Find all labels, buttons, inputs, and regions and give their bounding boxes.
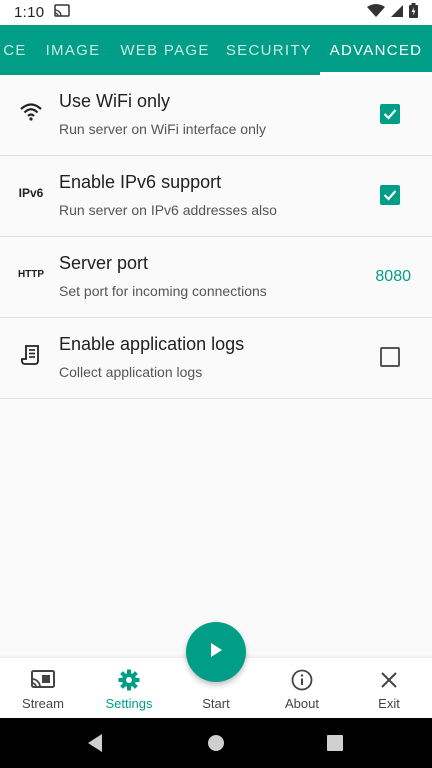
recents-icon[interactable]	[327, 735, 343, 756]
setting-app-logs[interactable]: Enable application logs Collect applicat…	[0, 318, 432, 399]
setting-subtitle: Run server on WiFi interface only	[59, 121, 266, 137]
wifi-icon	[16, 97, 46, 127]
tab-security[interactable]: SECURITY	[218, 25, 320, 75]
server-port-value[interactable]: 8080	[375, 268, 411, 286]
status-bar: 1:10	[0, 0, 432, 25]
setting-title: Enable application logs	[59, 334, 245, 354]
setting-subtitle: Collect application logs	[59, 364, 203, 380]
ipv6-checkbox[interactable]	[380, 185, 400, 205]
nav-label: Stream	[22, 696, 64, 711]
setting-wifi-only[interactable]: Use WiFi only Run server on WiFi interfa…	[0, 75, 432, 156]
http-icon: HTTP	[17, 268, 45, 280]
setting-subtitle: Set port for incoming connections	[59, 283, 267, 299]
start-fab-button[interactable]	[186, 622, 246, 682]
nav-label: About	[285, 696, 319, 711]
nav-exit[interactable]: Exit	[346, 658, 432, 718]
home-icon[interactable]	[207, 734, 225, 757]
back-icon[interactable]	[86, 733, 104, 758]
close-icon	[380, 668, 398, 692]
nav-about[interactable]: About	[259, 658, 345, 718]
tab-image[interactable]: IMAGE	[33, 25, 113, 75]
signal-icon	[390, 4, 404, 22]
nav-settings[interactable]: Settings	[86, 658, 172, 718]
cast-icon	[54, 3, 71, 22]
tab-ce[interactable]: CE	[0, 25, 30, 75]
log-icon	[16, 340, 46, 370]
system-navigation-bar	[0, 718, 432, 768]
nav-label: Exit	[378, 696, 400, 711]
setting-server-port[interactable]: HTTP Server port Set port for incoming c…	[0, 237, 432, 318]
nav-stream[interactable]: Stream	[0, 658, 86, 718]
ipv6-icon: IPv6	[18, 186, 44, 200]
wifi-only-checkbox[interactable]	[380, 104, 400, 124]
status-icons	[367, 3, 418, 22]
setting-title: Server port	[59, 253, 149, 273]
play-icon	[208, 641, 224, 664]
wifi-icon	[367, 3, 385, 22]
tab-advanced[interactable]: ADVANCED	[320, 25, 432, 75]
nav-label: Settings	[105, 696, 153, 711]
info-icon	[291, 668, 313, 692]
battery-icon	[409, 3, 418, 22]
nav-label: Start	[202, 696, 230, 711]
setting-ipv6[interactable]: IPv6 Enable IPv6 support Run server on I…	[0, 156, 432, 237]
tab-bar: CE IMAGE WEB PAGE SECURITY ADVANCED	[0, 25, 432, 75]
settings-list: Use WiFi only Run server on WiFi interfa…	[0, 75, 432, 399]
setting-title: Use WiFi only	[59, 91, 171, 111]
status-time: 1:10	[14, 4, 45, 21]
setting-subtitle: Run server on IPv6 addresses also	[59, 202, 277, 218]
gear-icon	[118, 668, 140, 692]
cast-screen-icon	[30, 668, 56, 692]
app-logs-checkbox[interactable]	[380, 347, 400, 367]
setting-title: Enable IPv6 support	[59, 172, 222, 192]
tab-web-page[interactable]: WEB PAGE	[116, 25, 214, 75]
